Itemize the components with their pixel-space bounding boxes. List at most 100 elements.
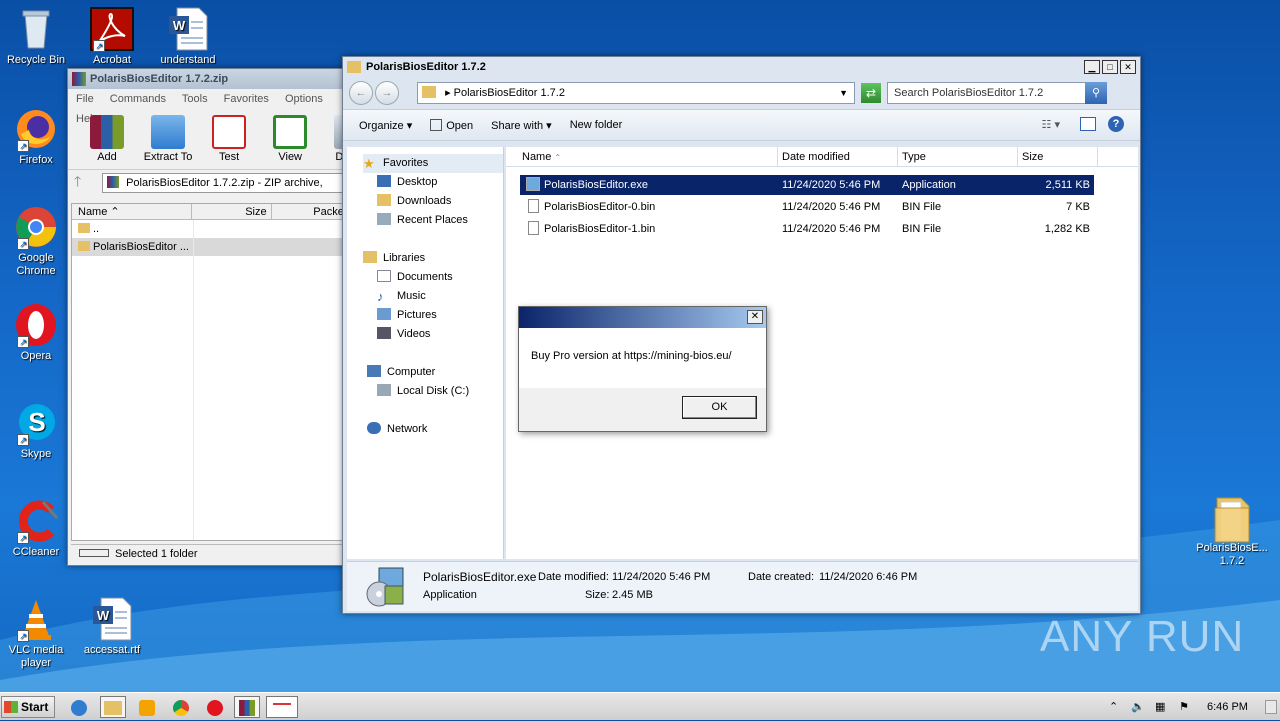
menu-options[interactable]: Options — [285, 93, 323, 105]
desktop-icon-understand[interactable]: W understand — [152, 6, 224, 67]
message-dialog: ✕ Buy Pro version at https://mining-bios… — [518, 306, 767, 432]
nav-network[interactable]: Network — [367, 420, 427, 439]
col-type-header[interactable]: Type — [898, 147, 1018, 166]
clock[interactable]: 6:46 PM — [1207, 693, 1248, 721]
test-button[interactable]: Test — [200, 115, 258, 163]
file-size: 7 KB — [1066, 201, 1090, 213]
taskbar-chrome[interactable] — [168, 696, 194, 718]
nav-libraries[interactable]: Libraries — [363, 249, 425, 268]
desktop-icon-firefox[interactable]: ↗ Firefox — [0, 106, 72, 167]
action-center-flag-icon[interactable]: ⚑ — [1179, 693, 1189, 721]
search-icon[interactable]: ⚲ — [1085, 82, 1107, 104]
network-tray-icon[interactable]: ▦ — [1155, 693, 1165, 721]
taskbar: Start ⌃ 🔈 ▦ ⚑ 6:46 PM — [0, 692, 1280, 720]
list-item[interactable]: PolarisBiosEditor ... — [72, 238, 350, 256]
explorer-commandbar: Organize ▾ Open Share with ▾ New folder … — [343, 109, 1140, 141]
desktop-icon-chrome[interactable]: ↗ Google Chrome — [0, 204, 72, 278]
network-icon — [367, 422, 381, 434]
up-arrow-icon[interactable]: 🡑 — [74, 171, 102, 195]
preview-pane-icon[interactable] — [1080, 117, 1096, 131]
tray-expand-icon[interactable]: ⌃ — [1109, 693, 1118, 721]
menu-tools[interactable]: Tools — [182, 93, 208, 105]
file-row[interactable]: PolarisBiosEditor.exe 11/24/2020 5:46 PM… — [520, 175, 1094, 195]
taskbar-polaris-app[interactable] — [266, 696, 298, 718]
nav-computer[interactable]: Computer — [367, 363, 435, 382]
desktop-icon-polaris-folder[interactable]: PolarisBiosE... 1.7.2 — [1194, 494, 1270, 568]
menu-file[interactable]: File — [76, 93, 94, 105]
winrar-path-field[interactable]: PolarisBiosEditor 1.7.2.zip - ZIP archiv… — [102, 172, 351, 193]
col-size-header[interactable]: Size — [1018, 147, 1098, 166]
taskbar-ie[interactable] — [66, 696, 92, 718]
add-button[interactable]: Add — [78, 115, 136, 163]
col-name-header[interactable]: Name ⌃ — [72, 204, 193, 219]
col-modified-header[interactable]: Date modified — [778, 147, 898, 166]
refresh-button[interactable]: ⇄ — [861, 83, 881, 103]
minimize-button[interactable]: ▁ — [1084, 60, 1100, 74]
nav-pictures[interactable]: Pictures — [377, 306, 437, 325]
winrar-titlebar[interactable]: PolarisBiosEditor 1.7.2.zip — [68, 69, 351, 89]
view-options-icon[interactable]: ☷ ▾ — [1042, 118, 1060, 131]
file-name: PolarisBiosEditor-0.bin — [544, 201, 656, 213]
col-packed-header[interactable]: Packed — [272, 204, 350, 219]
menu-commands[interactable]: Commands — [110, 93, 166, 105]
extract-icon — [151, 115, 186, 149]
nav-libraries-label: Libraries — [383, 252, 426, 264]
desktop-icon-ccleaner[interactable]: ↗ CCleaner — [0, 498, 72, 559]
extract-to-button[interactable]: Extract To — [139, 115, 197, 163]
taskbar-media-player[interactable] — [134, 696, 160, 718]
breadcrumb[interactable]: PolarisBiosEditor 1.7.2 — [454, 87, 565, 99]
nav-music[interactable]: ♪ Music — [377, 287, 426, 306]
desktop-icon-skype[interactable]: S ↗ Skype — [0, 400, 72, 461]
view-button[interactable]: View — [261, 115, 319, 163]
dialog-titlebar[interactable]: ✕ — [519, 307, 766, 328]
search-input[interactable]: Search PolarisBiosEditor 1.7.2 ⚲ — [887, 82, 1107, 104]
ccleaner-icon: ↗ — [13, 498, 59, 544]
menu-favorites[interactable]: Favorites — [224, 93, 269, 105]
new-folder-button[interactable]: New folder — [570, 119, 623, 131]
address-field[interactable]: ▸ PolarisBiosEditor 1.7.2 ▼ — [417, 82, 855, 104]
start-button[interactable]: Start — [1, 696, 55, 718]
details-created-value: 11/24/2020 6:46 PM — [819, 571, 918, 583]
col-name-header[interactable]: Name ⌃ — [506, 147, 778, 166]
close-button[interactable]: ✕ — [1120, 60, 1136, 74]
winrar-statusbar: Selected 1 folder — [71, 544, 351, 562]
recycle-bin-icon — [13, 6, 59, 52]
desktop-icon-opera[interactable]: ↗ Opera — [0, 302, 72, 363]
desktop-icon-accessat[interactable]: W accessat.rtf — [76, 596, 148, 657]
nav-favorites[interactable]: ★ Favorites — [363, 154, 503, 173]
nav-videos[interactable]: Videos — [377, 325, 430, 344]
file-row[interactable]: PolarisBiosEditor-1.bin 11/24/2020 5:46 … — [520, 219, 1094, 239]
nav-desktop[interactable]: Desktop — [377, 173, 437, 192]
nav-documents[interactable]: Documents — [377, 268, 453, 287]
list-item-label: .. — [93, 223, 100, 235]
dialog-close-button[interactable]: ✕ — [747, 310, 763, 324]
details-size-label: Size: — [585, 589, 610, 601]
file-row[interactable]: PolarisBiosEditor-0.bin 11/24/2020 5:46 … — [520, 197, 1094, 217]
col-modified-label: Date modified — [782, 151, 850, 163]
help-icon[interactable]: ? — [1108, 116, 1124, 132]
taskbar-winrar[interactable] — [234, 696, 260, 718]
maximize-button[interactable]: □ — [1102, 60, 1118, 74]
back-button[interactable]: ← — [349, 81, 373, 105]
nav-downloads[interactable]: Downloads — [377, 192, 451, 211]
desktop-icon-acrobat[interactable]: ↗ Acrobat — [76, 6, 148, 67]
dialog-ok-button[interactable]: OK — [682, 396, 757, 419]
organize-button[interactable]: Organize ▾ — [359, 119, 412, 132]
open-button[interactable]: Open — [430, 118, 473, 132]
forward-button[interactable]: → — [375, 81, 399, 105]
taskbar-opera[interactable] — [202, 696, 228, 718]
list-item[interactable]: .. — [72, 220, 350, 238]
opera-icon: ↗ — [13, 302, 59, 348]
col-size-header[interactable]: Size — [192, 204, 272, 219]
show-desktop-button[interactable] — [1265, 700, 1277, 714]
nav-recent-places[interactable]: Recent Places — [377, 211, 468, 230]
volume-icon[interactable]: 🔈 — [1131, 693, 1145, 721]
nav-local-disk[interactable]: Local Disk (C:) — [377, 382, 469, 401]
chevron-down-icon[interactable]: ▼ — [839, 83, 848, 103]
desktop-icon-vlc[interactable]: ↗ VLC media player — [0, 596, 72, 670]
share-with-button[interactable]: Share with ▾ — [491, 119, 552, 132]
explorer-titlebar[interactable]: PolarisBiosEditor 1.7.2 ▁ □ ✕ — [343, 57, 1140, 77]
taskbar-explorer[interactable] — [100, 696, 126, 718]
desktop-icon-recycle-bin[interactable]: Recycle Bin — [0, 6, 72, 67]
details-size-value: 2.45 MB — [612, 589, 653, 601]
